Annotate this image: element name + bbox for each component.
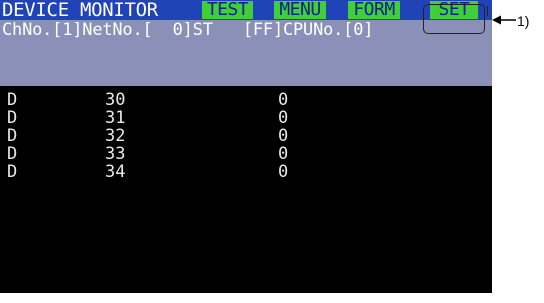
device-type: D: [7, 162, 18, 182]
device-value: 0: [278, 90, 289, 110]
device-number: 34: [105, 162, 126, 182]
device-number: 32: [105, 126, 126, 146]
device-number: 33: [105, 144, 126, 164]
device-type: D: [7, 144, 18, 164]
form-button[interactable]: FORM: [348, 1, 400, 19]
device-value: 0: [278, 108, 289, 128]
callout-highlight-box: [423, 4, 485, 34]
test-button[interactable]: TEST: [202, 1, 253, 19]
menu-button[interactable]: MENU: [274, 1, 326, 19]
info-bar: ChNo.[1]NetNo.[ 0]ST [FF]CPUNo.[0]: [0, 20, 492, 86]
callout-arrow-icon: [492, 15, 516, 25]
device-type: D: [7, 108, 18, 128]
device-number: 31: [105, 108, 126, 128]
screen-title: DEVICE MONITOR: [2, 0, 158, 21]
device-number: 30: [105, 90, 126, 110]
device-value: 0: [278, 144, 289, 164]
device-value: 0: [278, 162, 289, 182]
device-type: D: [7, 90, 18, 110]
device-value: 0: [278, 126, 289, 146]
callout-tick: [487, 6, 488, 16]
monitor-screen: DEVICE MONITOR TEST MENU FORM SET ChNo.[…: [0, 0, 492, 293]
station-info: ChNo.[1]NetNo.[ 0]ST [FF]CPUNo.[0]: [2, 20, 374, 40]
callout-label: 1): [517, 13, 530, 29]
device-type: D: [7, 126, 18, 146]
title-bar: DEVICE MONITOR TEST MENU FORM SET: [0, 0, 492, 20]
